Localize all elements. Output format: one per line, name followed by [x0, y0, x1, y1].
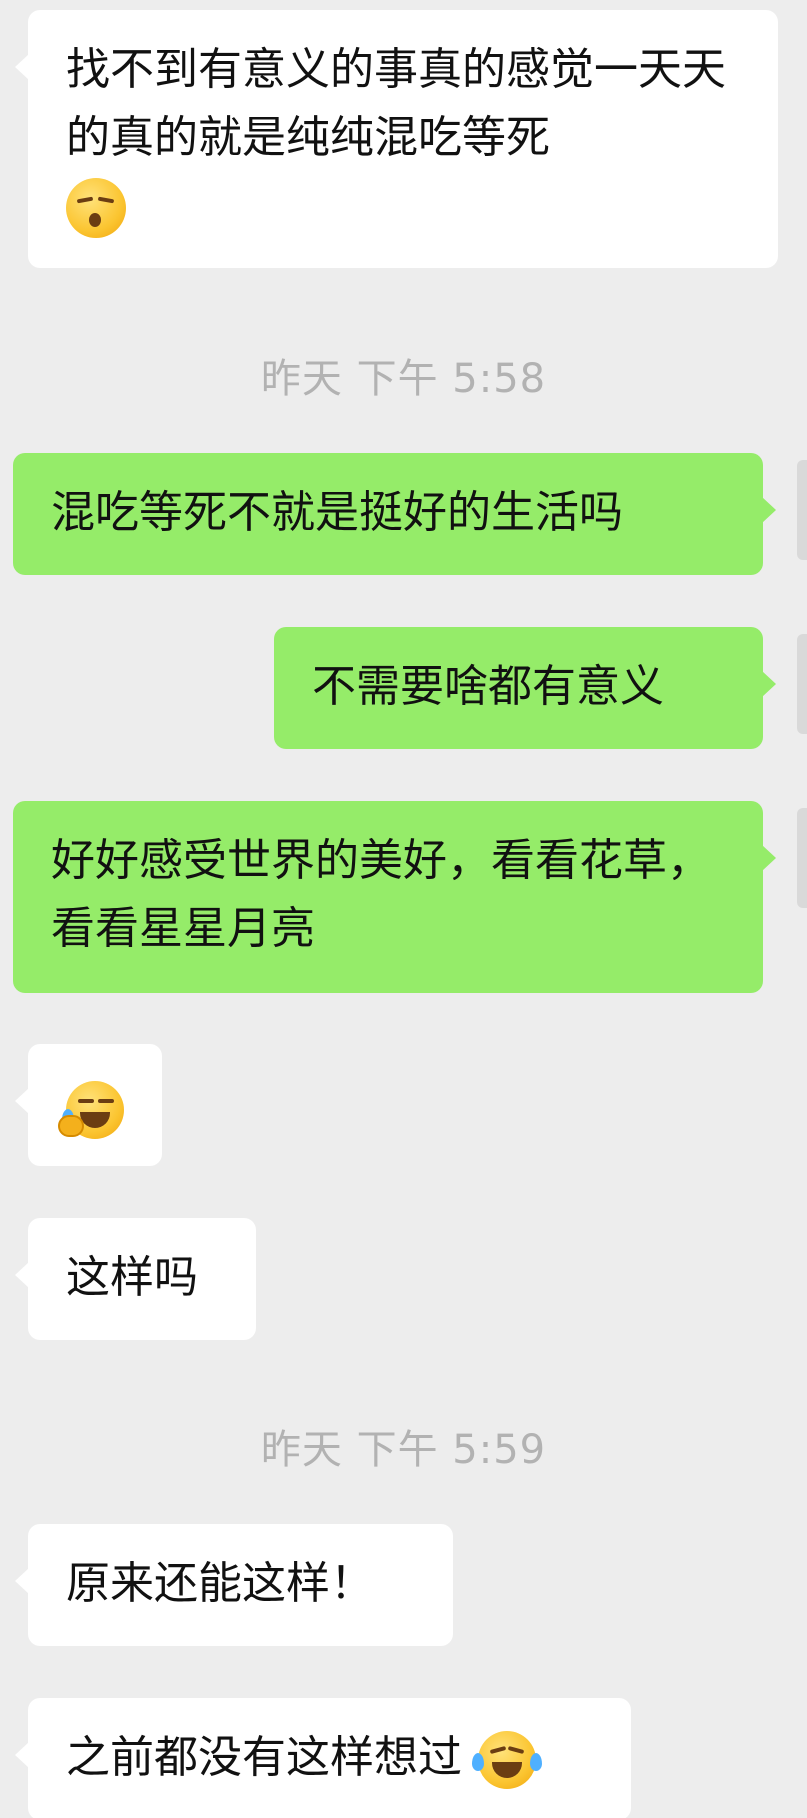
message-text: 之前都没有这样想过 — [66, 1732, 462, 1783]
message-text: 不需要啥都有意义 — [312, 661, 664, 712]
avatar[interactable] — [797, 634, 807, 734]
message-text: 这样吗 — [66, 1252, 198, 1303]
sleepy-kiss-face-emoji — [66, 178, 126, 238]
incoming-message[interactable]: 原来还能这样！ — [15, 1524, 453, 1646]
incoming-message[interactable]: 之前都没有这样想过 — [15, 1698, 631, 1818]
facepalm-cry-emoji — [58, 1081, 124, 1139]
tears-of-joy-emoji — [472, 1731, 542, 1789]
message-text: 找不到有意义的事真的感觉一天天的真的就是纯纯混吃等死 — [66, 44, 726, 163]
message-text: 混吃等死不就是挺好的生活吗 — [51, 487, 623, 538]
message-text: 好好感受世界的美好，看看花草，看看星星月亮 — [51, 835, 711, 954]
incoming-message[interactable]: 找不到有意义的事真的感觉一天天的真的就是纯纯混吃等死 — [15, 10, 778, 268]
avatar[interactable] — [797, 460, 807, 560]
timestamp: 昨天 下午 5:59 — [260, 1427, 547, 1473]
message-text: 原来还能这样！ — [66, 1558, 374, 1609]
chat-view: 找不到有意义的事真的感觉一天天的真的就是纯纯混吃等死 昨天 下午 5:58 混吃… — [0, 0, 807, 1818]
incoming-message[interactable]: 这样吗 — [15, 1218, 256, 1340]
outgoing-message[interactable]: 好好感受世界的美好，看看花草，看看星星月亮 — [13, 801, 776, 993]
avatar[interactable] — [797, 808, 807, 908]
timestamp: 昨天 下午 5:58 — [260, 356, 547, 402]
incoming-message[interactable] — [15, 1044, 162, 1166]
outgoing-message[interactable]: 混吃等死不就是挺好的生活吗 — [13, 453, 776, 575]
outgoing-message[interactable]: 不需要啥都有意义 — [274, 627, 776, 749]
